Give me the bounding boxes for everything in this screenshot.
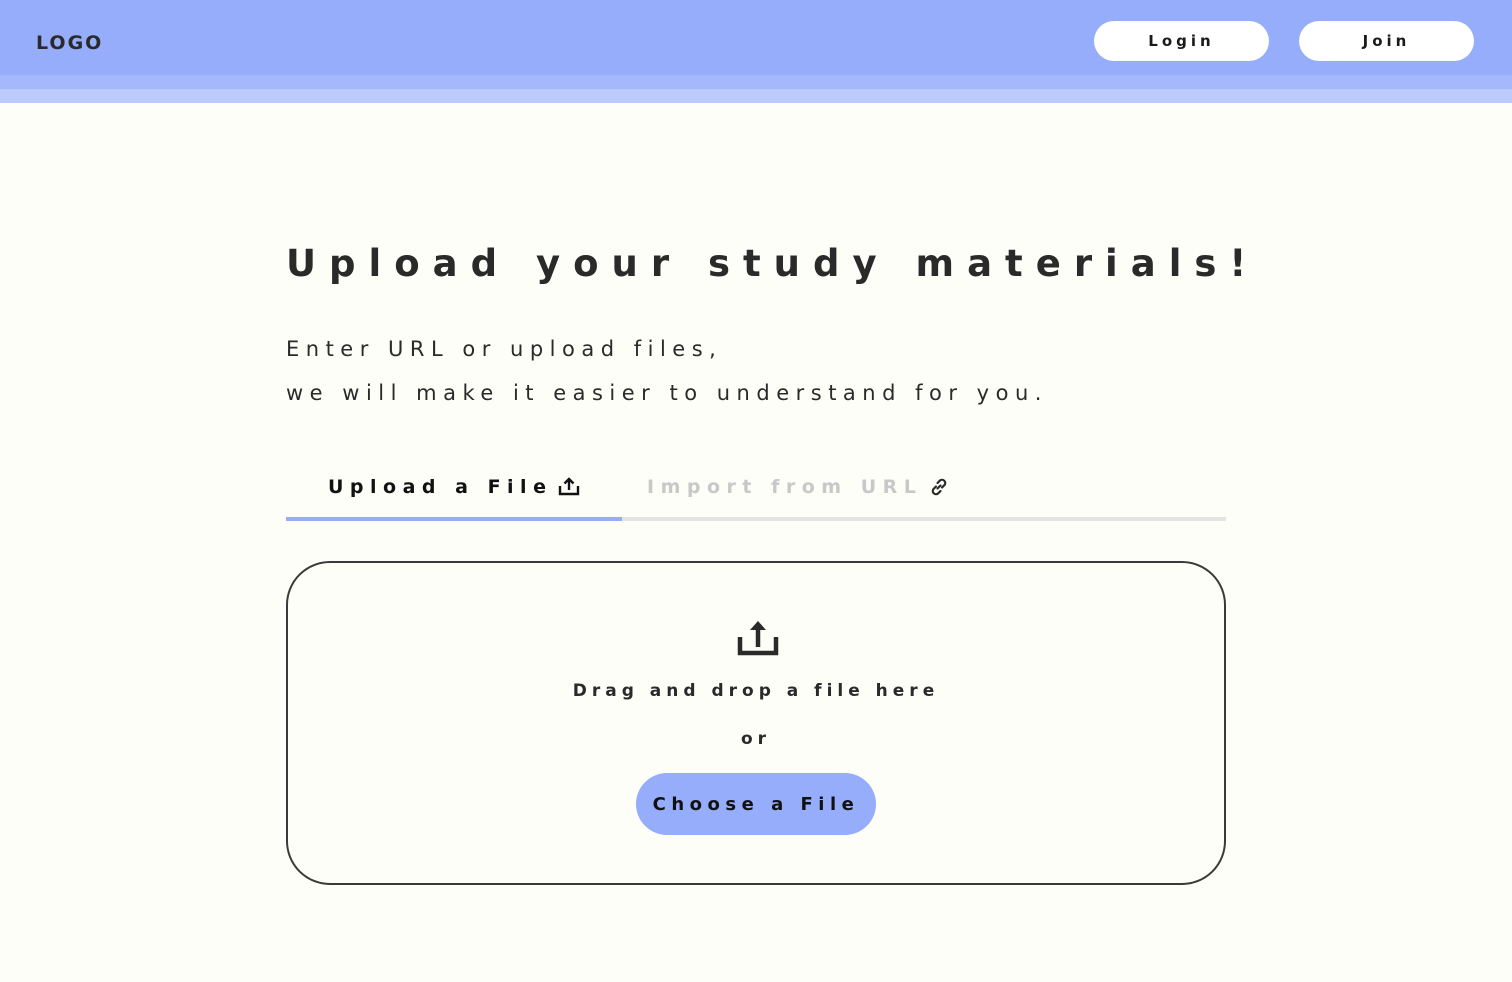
upload-icon [559,477,580,496]
link-icon [932,478,947,496]
login-button[interactable]: Login [1094,21,1269,61]
logo[interactable]: LOGO [36,31,103,55]
tab-import-url-label: Import from URL [647,476,923,498]
page-subtitle-line-1: Enter URL or upload files, [286,337,723,361]
file-dropzone[interactable]: Drag and drop a file here or Choose a Fi… [286,561,1226,885]
page-title: Upload your study materials! [286,242,1260,285]
dropzone-or-separator: or [740,729,772,749]
active-tab-indicator [286,517,622,521]
header-divider-band [0,75,1512,89]
dropzone-instruction: Drag and drop a file here [572,681,940,701]
tab-import-url[interactable]: Import from URL [647,465,950,509]
upload-source-tabs: Upload a File Import from URL [286,465,1226,521]
join-button[interactable]: Join [1299,21,1474,61]
top-nav-bar: LOGO Login Join [0,0,1512,75]
upload-icon [737,621,779,656]
page-subtitle-line-2: we will make it easier to understand for… [286,381,1048,405]
choose-file-button[interactable]: Choose a File [636,773,876,835]
tab-upload-file-label: Upload a File [328,476,553,498]
tab-upload-file[interactable]: Upload a File [328,465,580,509]
header-divider-band-light [0,89,1512,103]
